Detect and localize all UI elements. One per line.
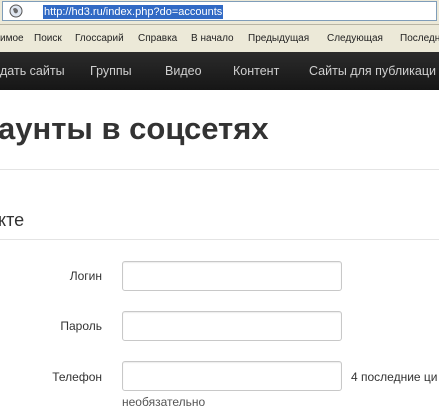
address-url[interactable]: http://hd3.ru/index.php?do=accounts <box>43 5 224 19</box>
divider <box>0 169 439 170</box>
phone-help-block: необязательно <box>122 395 206 409</box>
site-navbar: дать сайты Группы Видео Контент Сайты дл… <box>0 52 439 90</box>
link-item[interactable]: Справка <box>138 33 177 45</box>
link-item[interactable]: Последн <box>400 33 439 45</box>
nav-item-create-sites[interactable]: дать сайты <box>0 64 65 78</box>
phone-input[interactable] <box>122 361 342 391</box>
page-icon <box>9 4 23 18</box>
links-toolbar: имое Поиск Глоссарий Справка В начало Пр… <box>0 25 439 53</box>
phone-help-inline: 4 последние ци <box>351 370 438 384</box>
section-title: кте <box>0 210 25 230</box>
password-label: Пароль <box>60 319 102 333</box>
browser-address-bar: http://hd3.ru/index.php?do=accounts <box>0 0 439 25</box>
link-item[interactable]: Следующая <box>327 33 383 45</box>
link-item[interactable]: Глоссарий <box>75 33 124 45</box>
password-input[interactable] <box>122 311 342 341</box>
link-item[interactable]: В начало <box>191 33 234 45</box>
link-item[interactable]: Предыдущая <box>248 33 309 45</box>
link-item[interactable]: имое <box>0 33 24 45</box>
phone-label: Телефон <box>52 370 102 384</box>
divider <box>0 239 439 240</box>
nav-item-content[interactable]: Контент <box>233 64 279 78</box>
nav-item-publish-sites[interactable]: Сайты для публикаци <box>309 64 436 78</box>
login-input[interactable] <box>122 261 342 291</box>
nav-item-video[interactable]: Видео <box>165 64 202 78</box>
login-label: Логин <box>69 269 102 283</box>
address-field[interactable]: http://hd3.ru/index.php?do=accounts <box>2 1 437 21</box>
nav-item-groups[interactable]: Группы <box>90 64 132 78</box>
link-item[interactable]: Поиск <box>34 33 62 45</box>
page-title: аунты в соцсетях <box>0 111 269 146</box>
